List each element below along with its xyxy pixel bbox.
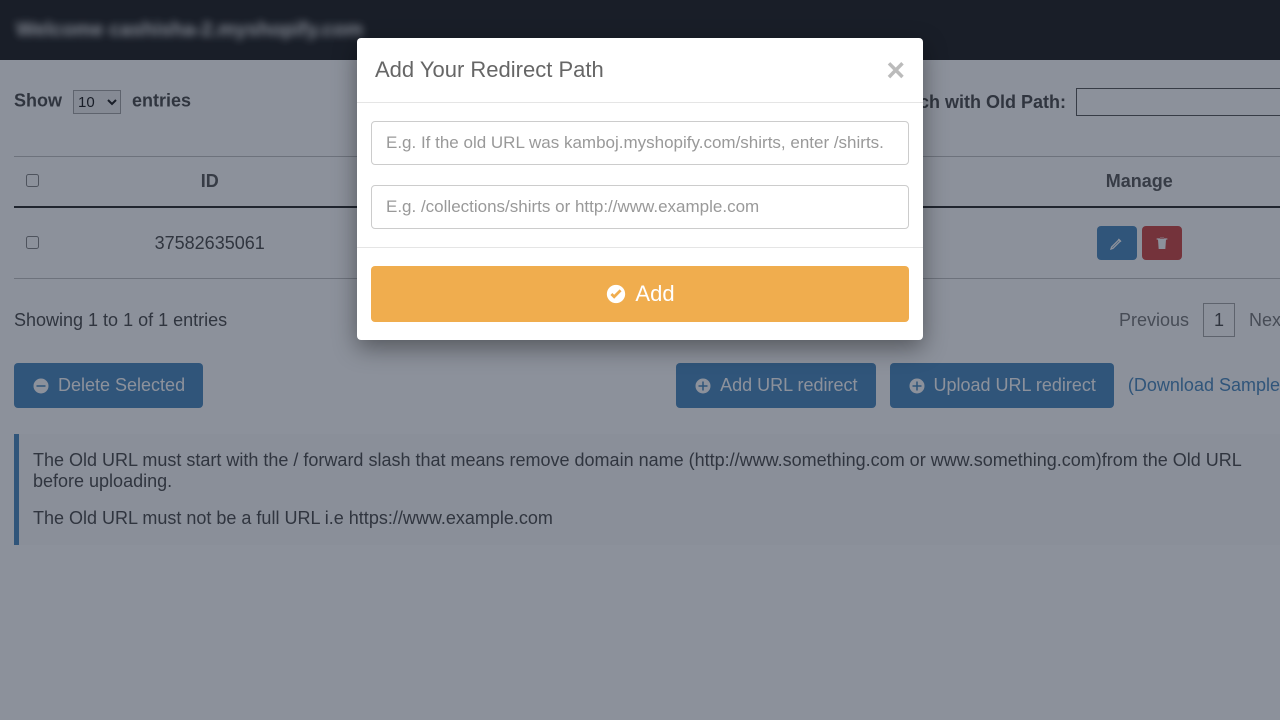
add-button-label: Add <box>635 281 674 307</box>
check-circle-icon <box>605 283 627 305</box>
modal-title: Add Your Redirect Path <box>375 57 604 83</box>
old-path-input[interactable] <box>371 121 909 165</box>
new-path-input[interactable] <box>371 185 909 229</box>
add-button[interactable]: Add <box>371 266 909 322</box>
close-icon[interactable]: × <box>886 54 905 86</box>
add-redirect-modal: Add Your Redirect Path × Add <box>357 38 923 340</box>
